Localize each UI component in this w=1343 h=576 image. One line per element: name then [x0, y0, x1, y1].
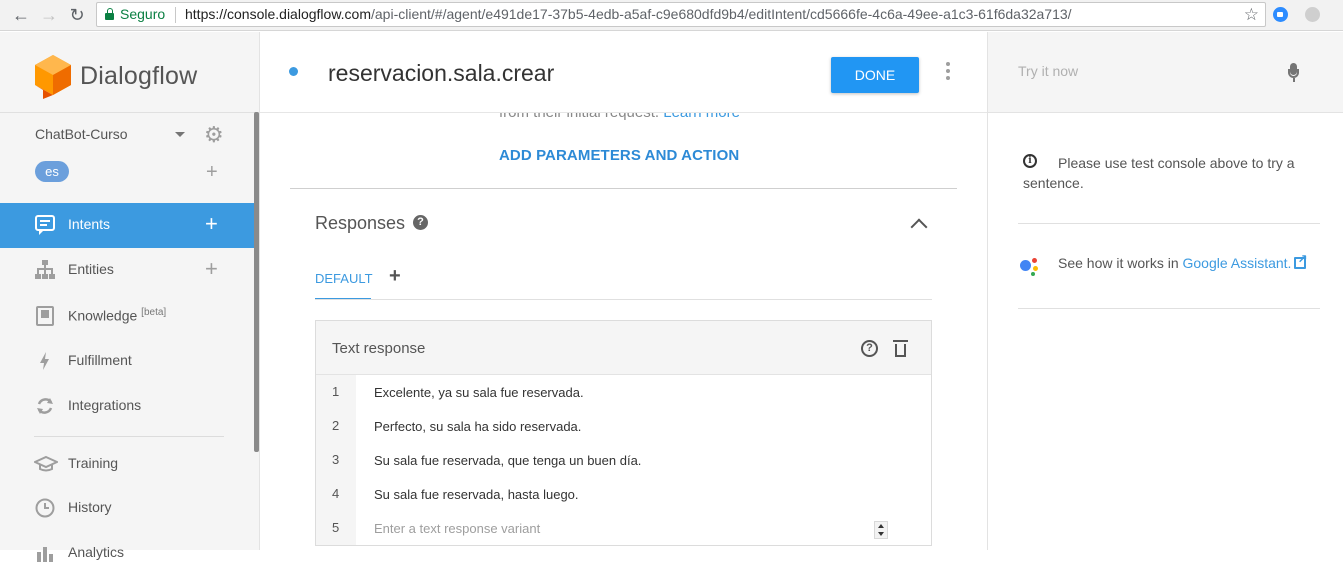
add-language-icon[interactable]: +: [206, 162, 218, 182]
done-button[interactable]: DONE: [831, 57, 919, 93]
google-assistant-note: See how it works in Google Assistant.: [1058, 252, 1308, 271]
card-title: Text response: [332, 340, 426, 357]
agent-dropdown-caret-icon[interactable]: [175, 132, 185, 137]
chart-icon: [34, 542, 56, 564]
test-console: i Please use test console above to try a…: [987, 32, 1343, 550]
reload-icon[interactable]: ↻: [66, 4, 88, 26]
gear-icon[interactable]: ⚙: [204, 124, 224, 146]
address-bar[interactable]: Seguro https://console.dialogflow.com/ap…: [96, 2, 1266, 27]
clock-icon: [34, 497, 56, 519]
help-icon[interactable]: ?: [413, 215, 428, 230]
back-arrow-icon[interactable]: ←: [10, 4, 32, 26]
intent-editor: from their initial request. Learn more A…: [260, 113, 987, 550]
parameters-description: from their initial request. Learn more: [499, 113, 740, 121]
response-text[interactable]: Perfecto, su sala ha sido reservada.: [374, 419, 581, 434]
microphone-icon[interactable]: [1288, 63, 1299, 83]
google-assistant-link[interactable]: Google Assistant.: [1183, 255, 1292, 271]
trash-icon[interactable]: [893, 340, 908, 357]
sidebar-item-entities[interactable]: Entities +: [0, 248, 254, 293]
external-link-icon[interactable]: [1294, 252, 1308, 269]
row-number: 5: [332, 520, 340, 535]
sidebar-item-training[interactable]: Training: [0, 442, 254, 487]
book-icon: [34, 305, 56, 327]
lock-icon: [105, 8, 114, 20]
sidebar-item-label: Knowledge [beta]: [68, 307, 167, 324]
dialogflow-logo-icon: [35, 55, 71, 99]
response-text[interactable]: Excelente, ya su sala fue reservada.: [374, 385, 584, 400]
zoom-extension-icon[interactable]: [1273, 7, 1288, 22]
list-item[interactable]: 1 Excelente, ya su sala fue reservada.: [316, 377, 931, 411]
dialogflow-logo[interactable]: Dialogflow: [34, 54, 197, 100]
sidebar-scrollbar[interactable]: [254, 112, 259, 452]
sidebar-item-integrations[interactable]: Integrations: [0, 384, 254, 429]
sidebar-item-fulfillment[interactable]: Fulfillment: [0, 339, 254, 384]
sidebar-item-label: Analytics: [68, 544, 125, 560]
intent-header: reservacion.sala.crear DONE: [260, 32, 987, 113]
try-it-now-input[interactable]: [1018, 63, 1268, 79]
resize-spinner-icon[interactable]: [874, 521, 888, 539]
list-item[interactable]: 4 Su sala fue reservada, hasta luego.: [316, 479, 931, 513]
add-tab-icon[interactable]: +: [389, 266, 401, 286]
learn-more-link[interactable]: Learn more: [663, 113, 740, 121]
url-text: https://console.dialogflow.com/api-clien…: [185, 6, 1072, 22]
responses-title: Responses: [315, 213, 406, 233]
row-number: 3: [332, 452, 340, 467]
response-variant-input[interactable]: [374, 517, 874, 539]
sidebar-item-label: Integrations: [68, 397, 142, 413]
forward-arrow-icon[interactable]: →: [38, 4, 60, 26]
sidebar-item-label: History: [68, 499, 112, 515]
sync-icon: [34, 395, 56, 417]
sidebar-item-history[interactable]: History: [0, 486, 254, 531]
status-dot-icon: [289, 67, 298, 76]
sidebar-item-analytics[interactable]: Analytics: [0, 531, 254, 576]
browser-toolbar: ← → ↻ Seguro https://console.dialogflow.…: [0, 0, 1343, 31]
add-parameters-button[interactable]: ADD PARAMETERS AND ACTION: [499, 147, 739, 164]
sidebar-item-intents[interactable]: Intents +: [0, 203, 254, 248]
chevron-up-icon[interactable]: [910, 218, 928, 236]
graduation-cap-icon: [32, 453, 60, 475]
logo-text: Dialogflow: [80, 62, 198, 90]
sidebar-item-label: Training: [68, 455, 119, 471]
response-text[interactable]: Su sala fue reservada, que tenga un buen…: [374, 453, 641, 468]
language-badge[interactable]: es: [35, 161, 69, 182]
sidebar-item-label: Intents: [68, 216, 111, 232]
bookmark-star-icon[interactable]: ☆: [1244, 3, 1259, 26]
text-response-card: Text response ? 1 Excelente, ya su sala …: [315, 320, 932, 546]
sidebar-item-knowledge[interactable]: Knowledge [beta]: [0, 294, 254, 339]
list-item[interactable]: 3 Su sala fue reservada, que tenga un bu…: [316, 445, 931, 479]
more-vert-icon[interactable]: [944, 62, 952, 83]
chat-bubble-icon: [34, 214, 56, 236]
hierarchy-icon: [34, 259, 56, 281]
row-number: 2: [332, 418, 340, 433]
sidebar: Dialogflow ChatBot-Curso ⚙ es + Intents …: [0, 32, 260, 562]
extension-icon[interactable]: [1305, 7, 1320, 22]
sidebar-item-label: Entities: [68, 261, 114, 277]
lightning-icon: [34, 350, 56, 372]
sidebar-item-label: Fulfillment: [68, 352, 132, 368]
secure-label: Seguro: [120, 6, 166, 22]
help-circle-icon[interactable]: ?: [861, 340, 878, 357]
beta-badge: [beta]: [141, 307, 167, 318]
row-number: 4: [332, 486, 340, 501]
add-entity-icon[interactable]: +: [205, 258, 218, 280]
intent-name[interactable]: reservacion.sala.crear: [328, 60, 554, 87]
list-item[interactable]: 2 Perfecto, su sala ha sido reservada.: [316, 411, 931, 445]
tab-default[interactable]: DEFAULT: [315, 271, 373, 286]
row-number: 1: [332, 384, 340, 399]
new-response-row[interactable]: 5: [316, 513, 931, 547]
response-text[interactable]: Su sala fue reservada, hasta luego.: [374, 487, 579, 502]
console-info-text: Please use test console above to try a s…: [1023, 155, 1295, 191]
add-intent-icon[interactable]: +: [205, 213, 218, 235]
google-assistant-icon: [1020, 256, 1042, 276]
agent-name[interactable]: ChatBot-Curso: [35, 126, 128, 142]
